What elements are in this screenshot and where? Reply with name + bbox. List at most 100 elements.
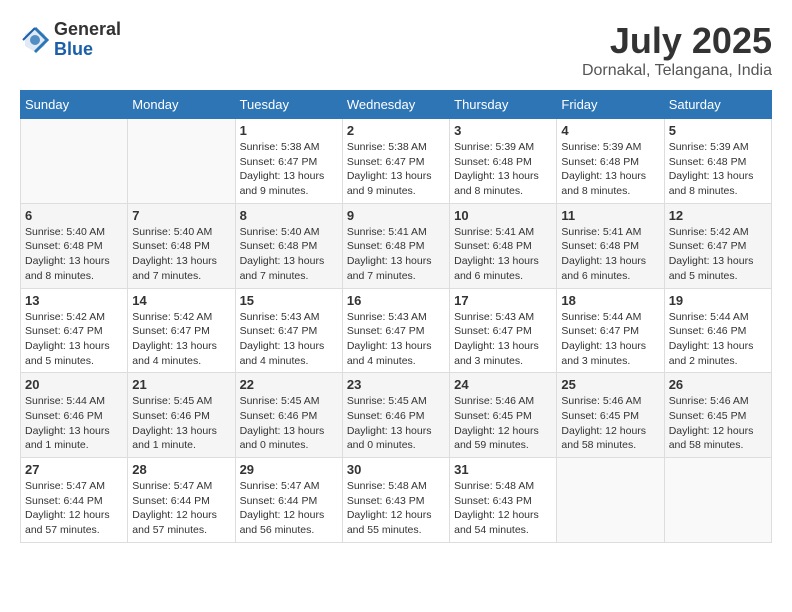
day-detail: Sunrise: 5:38 AM Sunset: 6:47 PM Dayligh… (240, 140, 338, 199)
calendar-cell: 18Sunrise: 5:44 AM Sunset: 6:47 PM Dayli… (557, 288, 664, 373)
day-number: 27 (25, 462, 123, 477)
calendar-cell: 24 Sunrise: 5:46 AM Sunset: 6:45 PM Dayli… (450, 373, 557, 458)
calendar-cell: 4Sunrise: 5:39 AM Sunset: 6:48 PM Daylig… (557, 119, 664, 204)
logo: General Blue (20, 20, 121, 60)
day-number: 19 (669, 293, 767, 308)
day-number: 2 (347, 123, 445, 138)
calendar-cell: 16 Sunrise: 5:43 AM Sunset: 6:47 PM Dayli… (342, 288, 449, 373)
calendar-week-row: 6 Sunrise: 5:40 AM Sunset: 6:48 PM Daylig… (21, 203, 772, 288)
day-number: 6 (25, 208, 123, 223)
day-detail: Sunrise: 5:48 AM Sunset: 6:43 PM Dayligh… (347, 479, 445, 538)
day-detail: Sunrise: 5:47 AM Sunset: 6:44 PM Dayligh… (25, 479, 123, 538)
day-detail: Sunrise: 5:40 AM Sunset: 6:48 PM Dayligh… (240, 225, 338, 284)
day-detail: Sunrise: 5:40 AM Sunset: 6:48 PM Dayligh… (132, 225, 230, 284)
day-number: 5 (669, 123, 767, 138)
day-number: 1 (240, 123, 338, 138)
weekday-header: Monday (128, 91, 235, 119)
calendar-cell: 30 Sunrise: 5:48 AM Sunset: 6:43 PM Dayli… (342, 458, 449, 543)
weekday-header: Tuesday (235, 91, 342, 119)
logo-blue: Blue (54, 40, 121, 60)
calendar-cell: 25 Sunrise: 5:46 AM Sunset: 6:45 PM Dayli… (557, 373, 664, 458)
day-detail: Sunrise: 5:39 AM Sunset: 6:48 PM Dayligh… (561, 140, 659, 199)
day-number: 24 (454, 377, 552, 392)
calendar-cell: 14 Sunrise: 5:42 AM Sunset: 6:47 PM Dayli… (128, 288, 235, 373)
calendar-cell (128, 119, 235, 204)
day-number: 31 (454, 462, 552, 477)
day-detail: Sunrise: 5:48 AM Sunset: 6:43 PM Dayligh… (454, 479, 552, 538)
day-detail: Sunrise: 5:45 AM Sunset: 6:46 PM Dayligh… (347, 394, 445, 453)
day-detail: Sunrise: 5:44 AM Sunset: 6:46 PM Dayligh… (669, 310, 767, 369)
day-number: 3 (454, 123, 552, 138)
day-detail: Sunrise: 5:41 AM Sunset: 6:48 PM Dayligh… (561, 225, 659, 284)
day-detail: Sunrise: 5:39 AM Sunset: 6:48 PM Dayligh… (454, 140, 552, 199)
day-number: 15 (240, 293, 338, 308)
calendar-cell: 3 Sunrise: 5:39 AM Sunset: 6:48 PM Daylig… (450, 119, 557, 204)
day-number: 29 (240, 462, 338, 477)
calendar-cell: 8 Sunrise: 5:40 AM Sunset: 6:48 PM Daylig… (235, 203, 342, 288)
day-detail: Sunrise: 5:38 AM Sunset: 6:47 PM Dayligh… (347, 140, 445, 199)
weekday-header: Wednesday (342, 91, 449, 119)
day-detail: Sunrise: 5:43 AM Sunset: 6:47 PM Dayligh… (454, 310, 552, 369)
calendar-cell: 29 Sunrise: 5:47 AM Sunset: 6:44 PM Dayli… (235, 458, 342, 543)
day-detail: Sunrise: 5:44 AM Sunset: 6:46 PM Dayligh… (25, 394, 123, 453)
day-detail: Sunrise: 5:47 AM Sunset: 6:44 PM Dayligh… (132, 479, 230, 538)
day-detail: Sunrise: 5:46 AM Sunset: 6:45 PM Dayligh… (669, 394, 767, 453)
day-number: 17 (454, 293, 552, 308)
weekday-header: Thursday (450, 91, 557, 119)
logo-text: General Blue (54, 20, 121, 60)
day-number: 25 (561, 377, 659, 392)
day-detail: Sunrise: 5:45 AM Sunset: 6:46 PM Dayligh… (240, 394, 338, 453)
calendar-week-row: 1 Sunrise: 5:38 AM Sunset: 6:47 PM Daylig… (21, 119, 772, 204)
calendar-cell: 6 Sunrise: 5:40 AM Sunset: 6:48 PM Daylig… (21, 203, 128, 288)
calendar-cell: 19 Sunrise: 5:44 AM Sunset: 6:46 PM Dayli… (664, 288, 771, 373)
logo-icon (20, 25, 50, 55)
day-number: 13 (25, 293, 123, 308)
calendar-cell: 17 Sunrise: 5:43 AM Sunset: 6:47 PM Dayli… (450, 288, 557, 373)
day-number: 18 (561, 293, 659, 308)
day-number: 28 (132, 462, 230, 477)
day-number: 8 (240, 208, 338, 223)
day-detail: Sunrise: 5:46 AM Sunset: 6:45 PM Dayligh… (561, 394, 659, 453)
day-detail: Sunrise: 5:46 AM Sunset: 6:45 PM Dayligh… (454, 394, 552, 453)
day-detail: Sunrise: 5:40 AM Sunset: 6:48 PM Dayligh… (25, 225, 123, 284)
calendar-cell: 9Sunrise: 5:41 AM Sunset: 6:48 PM Daylig… (342, 203, 449, 288)
calendar-week-row: 13 Sunrise: 5:42 AM Sunset: 6:47 PM Dayli… (21, 288, 772, 373)
day-detail: Sunrise: 5:43 AM Sunset: 6:47 PM Dayligh… (240, 310, 338, 369)
day-number: 9 (347, 208, 445, 223)
logo-general: General (54, 20, 121, 40)
calendar-week-row: 20 Sunrise: 5:44 AM Sunset: 6:46 PM Dayli… (21, 373, 772, 458)
day-number: 23 (347, 377, 445, 392)
day-number: 14 (132, 293, 230, 308)
day-detail: Sunrise: 5:45 AM Sunset: 6:46 PM Dayligh… (132, 394, 230, 453)
day-number: 10 (454, 208, 552, 223)
day-number: 30 (347, 462, 445, 477)
day-detail: Sunrise: 5:43 AM Sunset: 6:47 PM Dayligh… (347, 310, 445, 369)
day-number: 12 (669, 208, 767, 223)
day-number: 16 (347, 293, 445, 308)
weekday-header-row: SundayMondayTuesdayWednesdayThursdayFrid… (21, 91, 772, 119)
calendar-cell (664, 458, 771, 543)
calendar-cell (557, 458, 664, 543)
calendar-cell: 31 Sunrise: 5:48 AM Sunset: 6:43 PM Dayli… (450, 458, 557, 543)
calendar-cell: 27 Sunrise: 5:47 AM Sunset: 6:44 PM Dayli… (21, 458, 128, 543)
day-number: 22 (240, 377, 338, 392)
calendar-cell: 22 Sunrise: 5:45 AM Sunset: 6:46 PM Dayli… (235, 373, 342, 458)
weekday-header: Saturday (664, 91, 771, 119)
location: Dornakal, Telangana, India (582, 62, 772, 80)
calendar-cell: 15 Sunrise: 5:43 AM Sunset: 6:47 PM Dayli… (235, 288, 342, 373)
calendar-cell: 7 Sunrise: 5:40 AM Sunset: 6:48 PM Daylig… (128, 203, 235, 288)
calendar-cell (21, 119, 128, 204)
weekday-header: Friday (557, 91, 664, 119)
page-header: General Blue July 2025 Dornakal, Telanga… (20, 20, 772, 80)
day-number: 20 (25, 377, 123, 392)
calendar-table: SundayMondayTuesdayWednesdayThursdayFrid… (20, 90, 772, 543)
day-detail: Sunrise: 5:47 AM Sunset: 6:44 PM Dayligh… (240, 479, 338, 538)
title-block: July 2025 Dornakal, Telangana, India (582, 20, 772, 80)
day-detail: Sunrise: 5:39 AM Sunset: 6:48 PM Dayligh… (669, 140, 767, 199)
day-detail: Sunrise: 5:42 AM Sunset: 6:47 PM Dayligh… (132, 310, 230, 369)
calendar-cell: 2 Sunrise: 5:38 AM Sunset: 6:47 PM Daylig… (342, 119, 449, 204)
day-detail: Sunrise: 5:42 AM Sunset: 6:47 PM Dayligh… (25, 310, 123, 369)
day-number: 26 (669, 377, 767, 392)
day-number: 11 (561, 208, 659, 223)
day-number: 7 (132, 208, 230, 223)
